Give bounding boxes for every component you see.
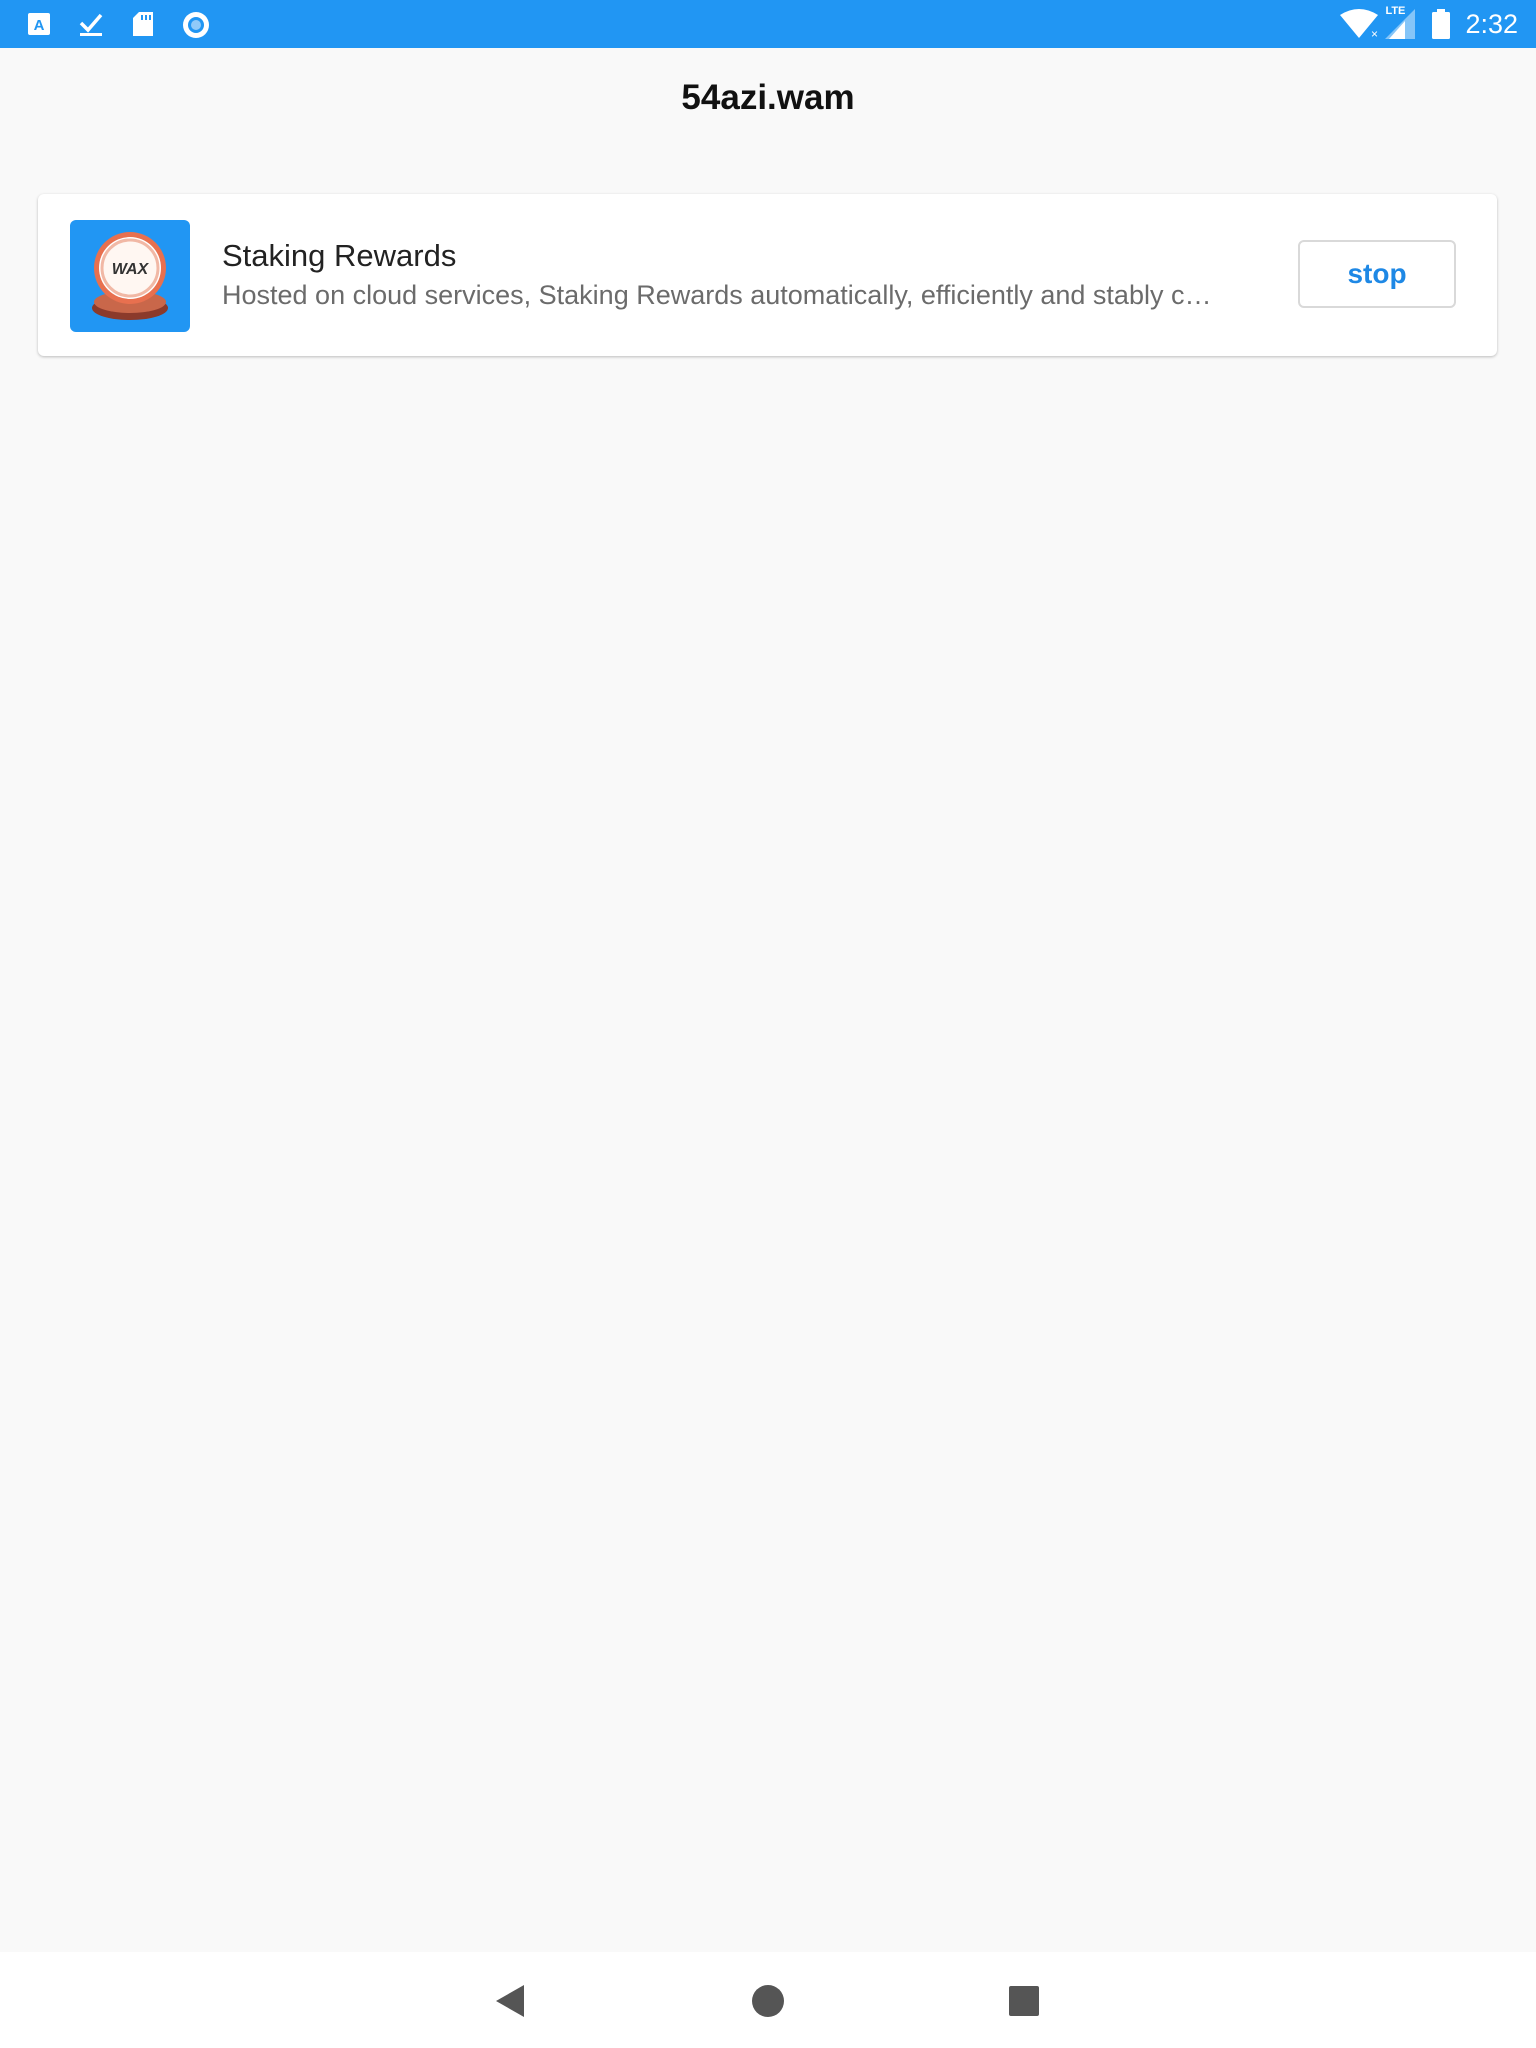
- download-done-icon: [78, 11, 104, 37]
- wifi-icon: ×: [1339, 9, 1379, 41]
- network-type-label: LTE: [1385, 5, 1406, 17]
- back-icon[interactable]: [494, 1984, 526, 2018]
- service-title: Staking Rewards: [222, 238, 457, 273]
- recents-icon[interactable]: [1009, 1986, 1039, 2016]
- sd-card-icon: [130, 11, 156, 37]
- cellular-signal-icon: LTE: [1383, 5, 1417, 41]
- service-card[interactable]: WAX Staking Rewards Hosted on cloud serv…: [38, 194, 1497, 356]
- page-title: 54azi.wam: [681, 78, 855, 117]
- system-icons: × LTE 2:32: [1339, 0, 1518, 48]
- stop-button[interactable]: stop: [1298, 240, 1456, 308]
- notification-icons: A: [26, 0, 234, 48]
- battery-icon: [1431, 9, 1451, 39]
- a-icon: A: [26, 11, 52, 37]
- home-icon[interactable]: [751, 1984, 785, 2018]
- wax-logo-icon: WAX: [70, 220, 190, 332]
- navigation-bar: [0, 1952, 1536, 2048]
- status-clock: 2:32: [1465, 8, 1518, 39]
- service-description: Hosted on cloud services, Staking Reward…: [222, 280, 1222, 310]
- svg-text:×: ×: [1371, 27, 1378, 39]
- svg-text:WAX: WAX: [112, 261, 150, 278]
- sync-circle-icon: [182, 11, 209, 38]
- status-bar: A × LTE 2:32: [0, 0, 1536, 48]
- svg-text:A: A: [34, 17, 45, 34]
